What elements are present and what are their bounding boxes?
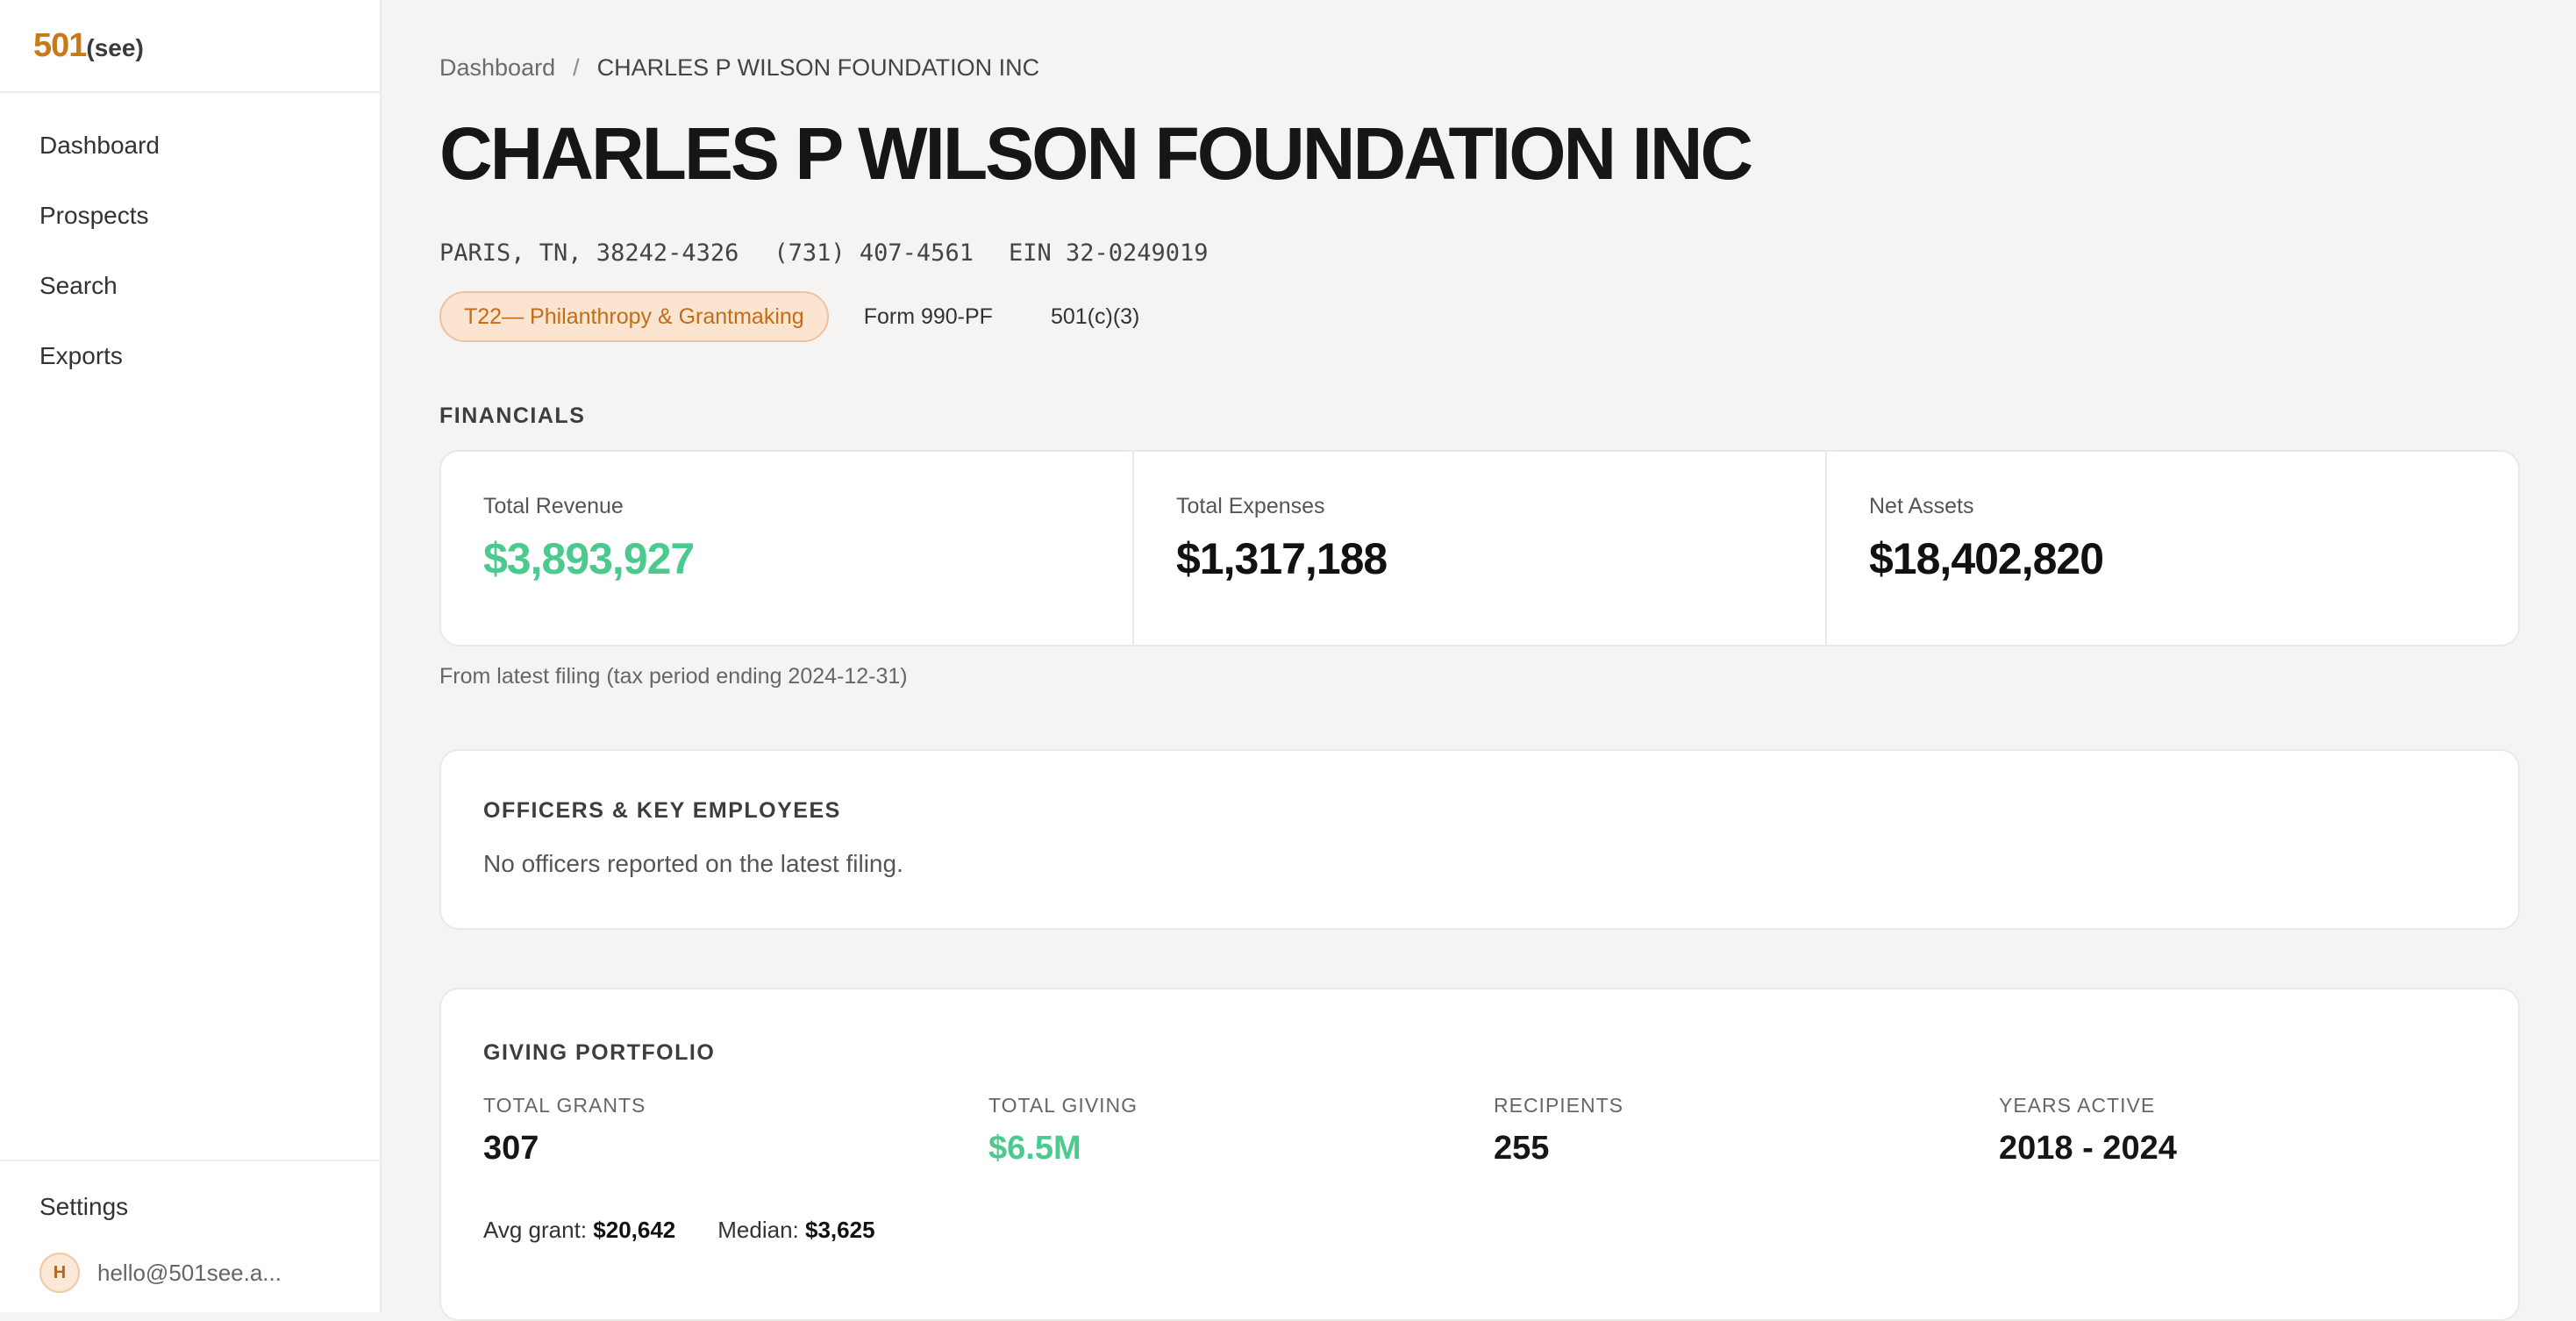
sidebar-item-dashboard[interactable]: Dashboard (0, 111, 380, 181)
stat-total-grants: TOTAL GRANTS 307 (483, 1094, 988, 1167)
giving-stats: TOTAL GRANTS 307 TOTAL GIVING $6.5M RECI… (483, 1094, 2518, 1167)
user-email: hello@501see.a... (97, 1259, 282, 1286)
stat-value: 255 (1494, 1130, 1550, 1167)
breadcrumb-separator: / (573, 54, 580, 81)
app-logo[interactable]: 501 (see) (0, 0, 380, 93)
grant-averages: Avg grant: $20,642 Median: $3,625 (483, 1217, 2518, 1244)
stat-value: $6.5M (988, 1130, 1081, 1167)
stat-recipients: RECIPIENTS 255 (1494, 1094, 1999, 1167)
stat-label: YEARS ACTIVE (1999, 1094, 2156, 1117)
logo-suffix: (see) (86, 34, 144, 61)
median-grant: Median: $3,625 (717, 1217, 874, 1244)
avg-grant-label: Avg grant: (483, 1217, 588, 1244)
main-content: Dashboard / CHARLES P WILSON FOUNDATION … (439, 0, 2520, 1321)
breadcrumb-dashboard-link[interactable]: Dashboard (439, 54, 555, 82)
median-grant-label: Median: (717, 1217, 799, 1244)
sidebar-item-settings[interactable]: Settings (0, 1181, 380, 1233)
financials-heading: FINANCIALS (439, 403, 586, 429)
total-expenses-cell: Total Expenses $1,317,188 (1134, 452, 1827, 646)
breadcrumb-current: CHARLES P WILSON FOUNDATION INC (596, 54, 1040, 81)
sidebar-footer: Settings H hello@501see.a... (0, 1160, 380, 1312)
stat-value: 2018 - 2024 (1999, 1130, 2177, 1167)
officers-heading: OFFICERS & KEY EMPLOYEES (483, 798, 841, 824)
form-type-tag: Form 990-PF (863, 303, 993, 329)
sidebar-item-exports[interactable]: Exports (0, 321, 380, 391)
filing-note: From latest filing (tax period ending 20… (439, 664, 908, 689)
user-account[interactable]: H hello@501see.a... (0, 1233, 380, 1312)
stat-total-giving: TOTAL GIVING $6.5M (988, 1094, 1494, 1167)
org-tags: T22— Philanthropy & Grantmaking Form 990… (439, 291, 2520, 343)
org-meta: PARIS, TN, 38242-4326 (731) 407-4561 EIN… (439, 239, 2520, 267)
page-title: CHARLES P WILSON FOUNDATION INC (439, 112, 1753, 195)
total-expenses-value: $1,317,188 (1176, 534, 1388, 584)
total-revenue-value: $3,893,927 (483, 534, 695, 584)
total-expenses-label: Total Expenses (1176, 494, 1325, 519)
sidebar-item-search[interactable]: Search (0, 251, 380, 321)
avg-grant-value: $20,642 (593, 1217, 676, 1244)
officers-empty-message: No officers reported on the latest filin… (483, 850, 903, 878)
org-ein: EIN 32-0249019 (1008, 239, 1209, 268)
officers-card: OFFICERS & KEY EMPLOYEES No officers rep… (439, 749, 2520, 931)
net-assets-cell: Net Assets $18,402,820 (1827, 452, 2518, 645)
stat-years-active: YEARS ACTIVE 2018 - 2024 (1999, 1094, 2504, 1167)
sidebar: 501 (see) Dashboard Prospects Search Exp… (0, 0, 382, 1312)
breadcrumb: Dashboard / CHARLES P WILSON FOUNDATION … (439, 54, 2520, 82)
stat-label: TOTAL GRANTS (483, 1094, 646, 1117)
avatar: H (39, 1253, 80, 1293)
org-phone: (731) 407-4561 (774, 239, 974, 268)
org-location: PARIS, TN, 38242-4326 (439, 239, 739, 268)
net-assets-value: $18,402,820 (1869, 534, 2104, 584)
stat-label: TOTAL GIVING (988, 1094, 1138, 1117)
giving-portfolio-card: GIVING PORTFOLIO TOTAL GRANTS 307 TOTAL … (439, 988, 2520, 1321)
total-revenue-label: Total Revenue (483, 494, 624, 519)
stat-value: 307 (483, 1130, 539, 1167)
ntee-tag: T22— Philanthropy & Grantmaking (439, 291, 829, 343)
avg-grant: Avg grant: $20,642 (483, 1217, 675, 1244)
median-grant-value: $3,625 (805, 1217, 875, 1244)
subsection-tag: 501(c)(3) (1050, 303, 1140, 329)
giving-heading: GIVING PORTFOLIO (483, 1040, 716, 1066)
net-assets-label: Net Assets (1869, 494, 1974, 519)
stat-label: RECIPIENTS (1494, 1094, 1624, 1117)
total-revenue-cell: Total Revenue $3,893,927 (441, 452, 1134, 646)
sidebar-item-prospects[interactable]: Prospects (0, 181, 380, 251)
sidebar-nav: Dashboard Prospects Search Exports (0, 93, 380, 391)
financials-card: Total Revenue $3,893,927 Total Expenses … (439, 450, 2520, 647)
logo-number: 501 (33, 26, 87, 64)
